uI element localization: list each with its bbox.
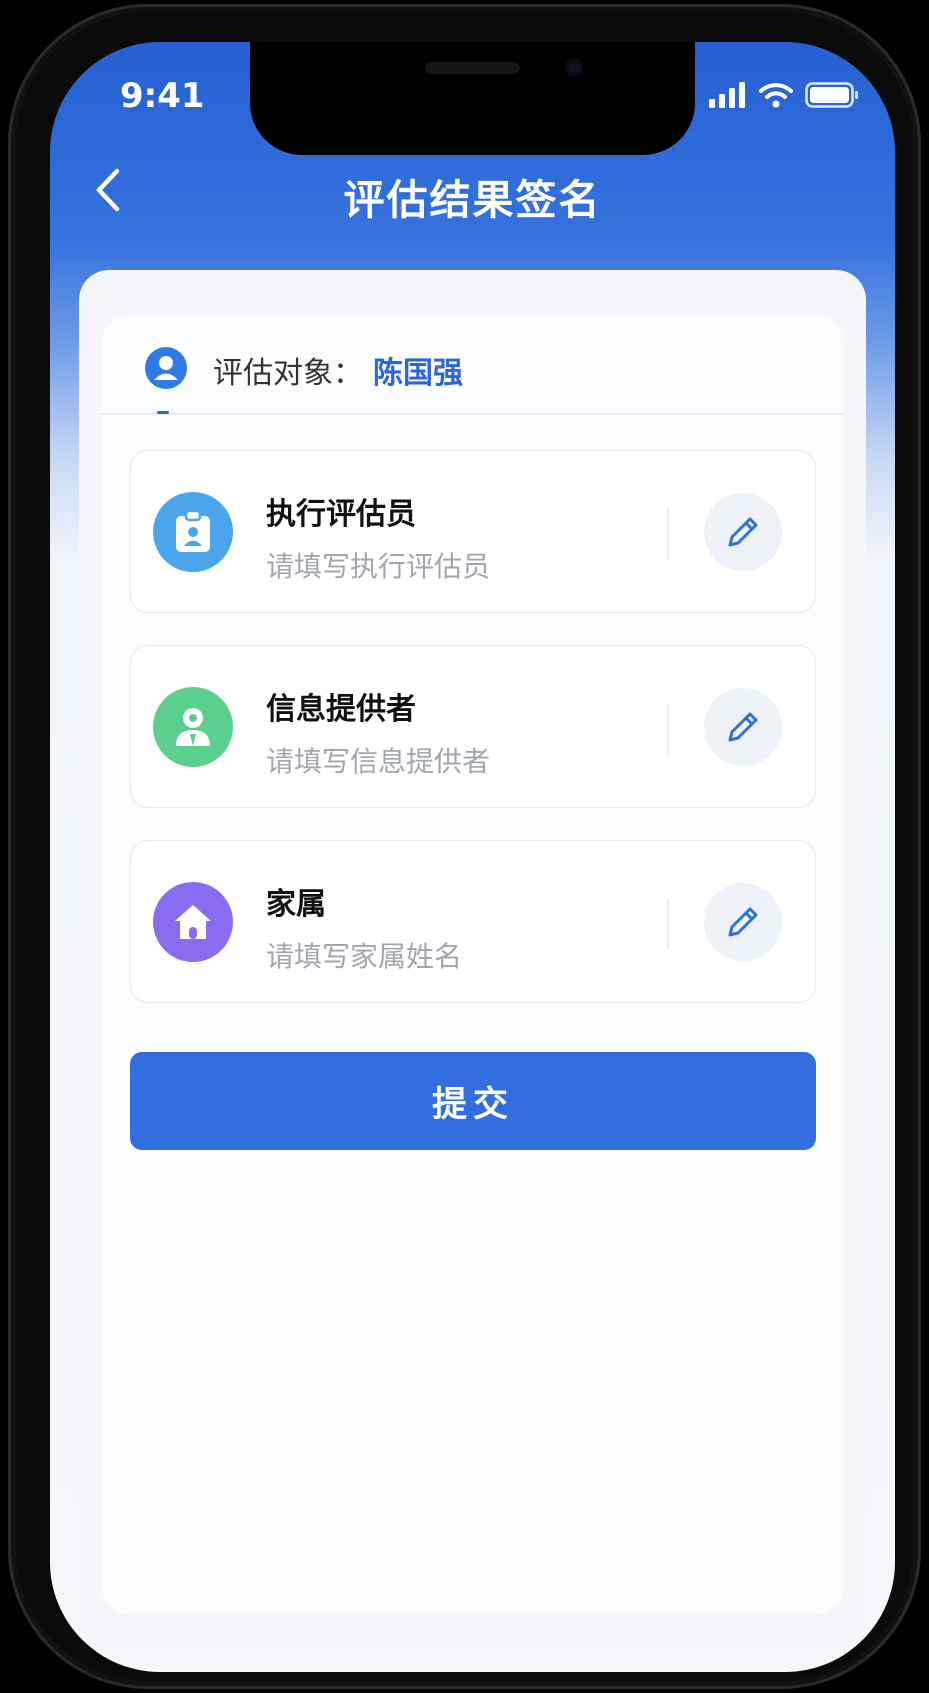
subject-label: 评估对象： [213, 356, 363, 391]
content-sheet: 评估对象： 陈国强 执行评估员 请填写执行评估员 信息提供者 请填写信息提供者 … [79, 270, 866, 1650]
divider [667, 703, 669, 755]
notch [250, 42, 695, 155]
person-icon [153, 687, 233, 767]
home-icon [153, 882, 233, 962]
subject-name: 陈国强 [373, 356, 463, 391]
front-camera [565, 58, 583, 76]
cellular-signal-icon [709, 82, 745, 108]
battery-icon [805, 82, 858, 108]
signature-card: 评估对象： 陈国强 执行评估员 请填写执行评估员 信息提供者 请填写信息提供者 … [101, 315, 844, 1615]
pencil-icon [728, 907, 758, 937]
edit-signature-button[interactable] [704, 493, 782, 571]
wifi-icon [759, 83, 793, 108]
clipboard-user-icon [153, 492, 233, 572]
pencil-icon [728, 517, 758, 547]
pencil-icon [728, 712, 758, 742]
page-title: 评估结果签名 [343, 176, 602, 224]
user-circle-icon [145, 347, 187, 389]
phone-frame: 9:41 评估结果签名 评估对象： 陈国强 执行评估员 请填写执行评估员 信息提… [8, 4, 921, 1689]
edit-signature-button[interactable] [704, 883, 782, 961]
signer-placeholder[interactable]: 请填写执行评估员 [266, 545, 490, 585]
edit-signature-button[interactable] [704, 688, 782, 766]
divider [667, 898, 669, 950]
signer-title: 信息提供者 [266, 692, 416, 727]
tab-indicator [157, 411, 169, 414]
earpiece-speaker [425, 62, 520, 74]
assessment-subject-row: 评估对象： 陈国强 [101, 315, 844, 415]
signer-assessor[interactable]: 执行评估员 请填写执行评估员 [130, 450, 816, 613]
divider [667, 508, 669, 560]
signer-title: 执行评估员 [266, 497, 416, 532]
status-icons [709, 82, 859, 108]
signer-family[interactable]: 家属 请填写家属姓名 [130, 840, 816, 1003]
signer-informant[interactable]: 信息提供者 请填写信息提供者 [130, 645, 816, 808]
signer-placeholder[interactable]: 请填写家属姓名 [266, 935, 462, 975]
screen: 9:41 评估结果签名 评估对象： 陈国强 执行评估员 请填写执行评估员 信息提… [50, 42, 895, 1672]
signer-title: 家属 [266, 887, 326, 922]
signer-placeholder[interactable]: 请填写信息提供者 [266, 740, 490, 780]
status-time: 9:41 [120, 76, 205, 116]
submit-button[interactable]: 提交 [130, 1052, 816, 1150]
